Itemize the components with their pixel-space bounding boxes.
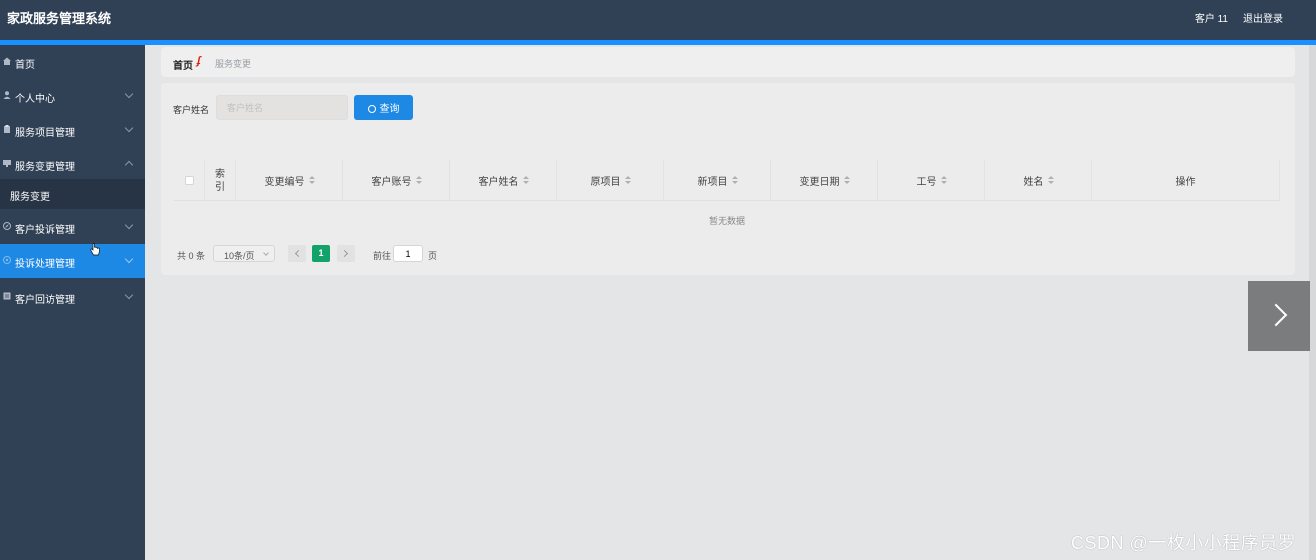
content-card: 客户姓名 查询 索引 变更编号 客户账号 客户姓名 原项目 新项目 变更日期 工…: [161, 83, 1295, 275]
sidebar-item-customer-revisit[interactable]: 客户回访管理: [0, 280, 145, 314]
search-label: 客户姓名: [173, 105, 210, 115]
hand-cursor-icon: [90, 243, 100, 256]
sidebar-item-label: 客户回访管理: [15, 295, 75, 306]
chevron-right-icon[interactable]: [1248, 281, 1310, 351]
column-header-index: 索引: [205, 160, 236, 201]
chevron-down-icon: [124, 220, 134, 230]
sidebar-item-personal-center[interactable]: 个人中心: [0, 79, 145, 113]
next-page-button[interactable]: [337, 245, 355, 262]
sidebar-item-customer-complaint[interactable]: 客户投诉管理: [0, 210, 145, 244]
sort-icon[interactable]: [308, 176, 315, 185]
chevron-down-icon: [124, 290, 134, 300]
column-header-new-project[interactable]: 新项目: [664, 160, 771, 201]
sort-icon[interactable]: [522, 176, 529, 185]
breadcrumb-home[interactable]: 首页: [173, 57, 193, 72]
column-header-change-no[interactable]: 变更编号: [236, 160, 343, 201]
breadcrumb-current: 服务变更: [215, 59, 252, 69]
goto-label: 前往: [373, 251, 392, 261]
user-name[interactable]: 客户 11: [1195, 10, 1228, 25]
column-header-employee-no[interactable]: 工号: [878, 160, 985, 201]
search-button-label: 查询: [379, 104, 400, 115]
chevron-down-icon: [124, 89, 134, 99]
search-button[interactable]: 查询: [354, 95, 413, 120]
column-header-label: 变更编号: [264, 177, 305, 188]
column-header-label: 客户姓名: [478, 177, 519, 188]
chevron-down-icon: [263, 250, 269, 256]
watermark: CSDN @一枚小小程序员罗: [1071, 533, 1297, 553]
column-header-label: 索引: [215, 168, 225, 193]
column-header-label: 客户账号: [371, 177, 412, 188]
page-size-select[interactable]: 10条/页: [213, 245, 275, 262]
breadcrumb-separator-icon: ʄ: [197, 55, 201, 67]
sidebar-item-label: 首页: [15, 60, 35, 71]
sidebar-item-service-change[interactable]: 服务变更管理: [0, 147, 145, 181]
sidebar-item-label: 投诉处理管理: [15, 259, 75, 270]
logout-button[interactable]: 退出登录: [1243, 10, 1283, 25]
top-header: 家政服务管理系统 客户 11 退出登录: [0, 0, 1316, 40]
table-header: 索引 变更编号 客户账号 客户姓名 原项目 新项目 变更日期 工号 姓名 操作: [174, 160, 1280, 201]
scrollbar[interactable]: [1309, 45, 1316, 560]
breadcrumb: 首页 ʄ 服务变更: [161, 47, 1295, 77]
page-number-button[interactable]: 1: [312, 245, 330, 262]
select-all-column: [174, 160, 205, 201]
clipboard-icon: [4, 125, 10, 133]
sidebar-item-service-project[interactable]: 服务项目管理: [0, 113, 145, 147]
prev-page-button[interactable]: [288, 245, 306, 262]
settings-icon: [3, 256, 11, 264]
document-icon: [3, 292, 11, 300]
monitor-icon: [3, 160, 11, 167]
sidebar-subitem-service-change[interactable]: 服务变更: [0, 179, 145, 209]
column-header-customer-name[interactable]: 客户姓名: [450, 160, 557, 201]
app-title: 家政服务管理系统: [7, 11, 112, 26]
column-header-label: 操作: [1175, 177, 1196, 188]
compass-icon: [3, 222, 11, 230]
sort-icon[interactable]: [624, 176, 631, 185]
data-table: 索引 变更编号 客户账号 客户姓名 原项目 新项目 变更日期 工号 姓名 操作 …: [174, 160, 1280, 237]
column-header-old-project[interactable]: 原项目: [557, 160, 664, 201]
column-header-label: 原项目: [590, 177, 621, 188]
pagination-total: 共 0 条: [177, 251, 206, 261]
sidebar-subitem-label: 服务变更: [10, 192, 50, 203]
column-header-actions: 操作: [1092, 160, 1280, 201]
home-icon: [3, 57, 11, 65]
column-header-name[interactable]: 姓名: [985, 160, 1092, 201]
sort-icon[interactable]: [1047, 176, 1054, 185]
page-size-value: 10条/页: [224, 251, 255, 261]
sort-icon[interactable]: [415, 176, 422, 185]
sort-icon[interactable]: [731, 176, 738, 185]
sidebar-item-label: 服务变更管理: [15, 162, 75, 173]
sidebar-item-label: 服务项目管理: [15, 128, 75, 139]
column-header-label: 工号: [916, 177, 937, 188]
select-all-checkbox[interactable]: [184, 176, 194, 185]
chevron-down-icon: [124, 254, 134, 264]
sidebar-item-label: 个人中心: [15, 94, 55, 105]
column-header-change-date[interactable]: 变更日期: [771, 160, 878, 201]
page-unit-label: 页: [428, 251, 438, 261]
empty-table-row: 暂无数据: [174, 201, 1280, 237]
column-header-customer-account[interactable]: 客户账号: [343, 160, 450, 201]
chevron-down-icon: [124, 123, 134, 133]
column-header-label: 姓名: [1023, 177, 1044, 188]
empty-text: 暂无数据: [708, 216, 745, 226]
column-header-label: 变更日期: [799, 177, 840, 188]
chevron-up-icon: [124, 160, 134, 170]
pagination: 共 0 条 10条/页 1 前往 页: [177, 245, 577, 265]
sidebar: 首页 个人中心 服务项目管理 服务变更管理 服务变更 客户投诉管理 投诉处理管理…: [0, 45, 145, 560]
goto-page-input[interactable]: [393, 245, 423, 262]
user-icon: [3, 91, 11, 99]
sidebar-item-home[interactable]: 首页: [0, 45, 145, 79]
main-content: 首页 ʄ 服务变更 客户姓名 查询 索引 变更编号 客户账号 客户姓名 原项目 …: [145, 45, 1316, 560]
sidebar-item-complaint-handling[interactable]: 投诉处理管理: [0, 244, 145, 278]
customer-name-input[interactable]: [216, 95, 348, 120]
sidebar-item-label: 客户投诉管理: [15, 225, 75, 236]
sort-icon[interactable]: [843, 176, 850, 185]
column-header-label: 新项目: [697, 177, 728, 188]
search-icon: [367, 105, 376, 113]
sort-icon[interactable]: [940, 176, 947, 185]
